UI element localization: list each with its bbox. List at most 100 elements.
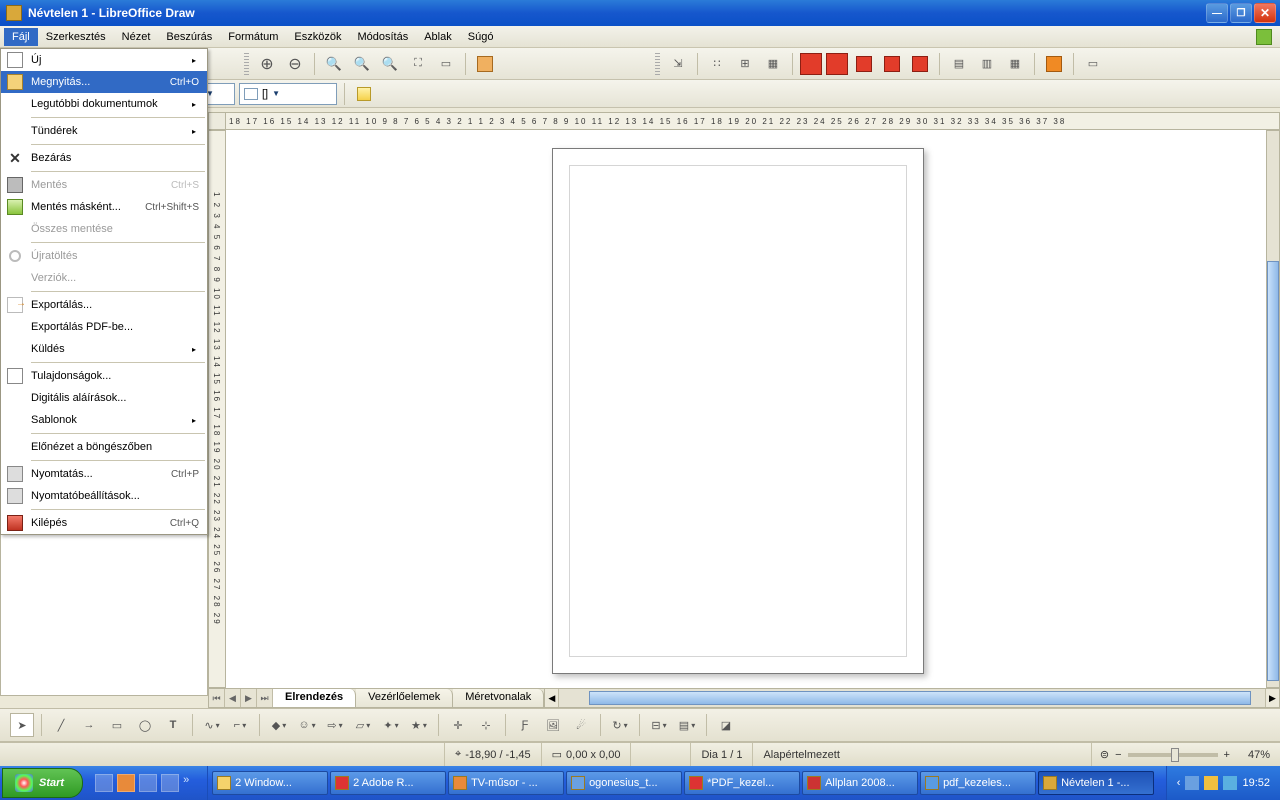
align-tool[interactable]: ⊟▾ xyxy=(647,713,671,737)
symbol-shapes-tool[interactable]: ☺▾ xyxy=(295,713,319,737)
menu-item-reload[interactable]: Újratöltés xyxy=(1,245,207,267)
menu-item-digital-signatures[interactable]: Digitális aláírások... xyxy=(1,387,207,409)
menu-item-properties[interactable]: Tulajdonságok... xyxy=(1,365,207,387)
status-zoom-value[interactable]: 47% xyxy=(1238,743,1280,766)
tab-nav-last[interactable]: ⏭ xyxy=(257,689,273,707)
menu-tools[interactable]: Eszközök xyxy=(286,28,349,46)
zoom-100-button[interactable] xyxy=(322,52,346,76)
menu-item-save-as[interactable]: Mentés másként...Ctrl+Shift+S xyxy=(1,196,207,218)
menu-file[interactable]: Fájl xyxy=(4,28,38,46)
from-file-tool[interactable]: 🖼 xyxy=(541,713,565,737)
window-maximize-button[interactable] xyxy=(1230,3,1252,23)
select-tool[interactable]: ➤ xyxy=(10,713,34,737)
rotate-tool[interactable]: ↻▾ xyxy=(608,713,632,737)
show-draw-functions-button[interactable]: ▭ xyxy=(1081,52,1105,76)
enter-group-button[interactable] xyxy=(826,53,848,75)
taskbar-button[interactable]: Allplan 2008... xyxy=(802,771,918,795)
toolbar-grip[interactable] xyxy=(244,53,249,75)
horizontal-scrollbar[interactable]: ◀ ▶ xyxy=(544,689,1279,707)
points-edit-tool[interactable]: ✛ xyxy=(446,713,470,737)
curve-tool[interactable]: ∿▾ xyxy=(200,713,224,737)
quick-launch-item[interactable] xyxy=(95,774,113,792)
quick-launch-item[interactable] xyxy=(117,774,135,792)
tray-clock[interactable]: 19:52 xyxy=(1242,777,1270,789)
tray-icon[interactable] xyxy=(1204,776,1218,790)
exit-group-button[interactable] xyxy=(800,53,822,75)
menu-edit[interactable]: Szerkesztés xyxy=(38,28,114,46)
tab-dimension-lines[interactable]: Méretvonalak xyxy=(453,689,544,707)
hscroll-left[interactable]: ◀ xyxy=(545,689,559,707)
menu-item-export[interactable]: Exportálás... xyxy=(1,294,207,316)
taskbar-button[interactable]: 2 Adobe R... xyxy=(330,771,446,795)
drawing-canvas[interactable] xyxy=(226,130,1266,688)
status-page[interactable]: Dia 1 / 1 xyxy=(691,743,753,766)
menu-item-browser-preview[interactable]: Előnézet a böngészőben xyxy=(1,436,207,458)
text-tool[interactable]: T xyxy=(161,713,185,737)
grid-dots-button[interactable]: ∷ xyxy=(705,52,729,76)
helplines-button[interactable]: ▦ xyxy=(761,52,785,76)
tray-icon[interactable] xyxy=(1223,776,1237,790)
connector-tool[interactable]: ⌐▾ xyxy=(228,713,252,737)
fontwork-tool[interactable]: Ƒ xyxy=(513,713,537,737)
menu-window[interactable]: Ablak xyxy=(416,28,460,46)
zoom-in-icon[interactable]: + xyxy=(1224,749,1230,761)
zoom-fit-icon[interactable]: ⊜ xyxy=(1100,748,1109,761)
zoom-slider-knob[interactable] xyxy=(1171,748,1179,762)
menu-item-recent-documents[interactable]: Legutóbbi dokumentumok▸ xyxy=(1,93,207,115)
menu-item-open[interactable]: Megnyitás...Ctrl+O xyxy=(1,71,207,93)
horizontal-ruler[interactable]: 18 17 16 15 14 13 12 11 10 9 8 7 6 5 4 3… xyxy=(208,112,1280,130)
menu-item-send[interactable]: Küldés▸ xyxy=(1,338,207,360)
page[interactable] xyxy=(552,148,924,674)
rectangle-tool[interactable]: ▭ xyxy=(105,713,129,737)
align-right-button[interactable]: ▦ xyxy=(1003,52,1027,76)
hscroll-right[interactable]: ▶ xyxy=(1265,689,1279,707)
block-arrows-tool[interactable]: ⇨▾ xyxy=(323,713,347,737)
menu-help[interactable]: Súgó xyxy=(460,28,502,46)
callouts-tool[interactable]: ✦▾ xyxy=(379,713,403,737)
update-indicator-icon[interactable] xyxy=(1256,29,1272,45)
ellipse-tool[interactable]: ◯ xyxy=(133,713,157,737)
quick-launch-item[interactable] xyxy=(139,774,157,792)
gluepoints-button[interactable]: ⇲ xyxy=(666,52,690,76)
taskbar-button[interactable]: pdf_kezeles... xyxy=(920,771,1036,795)
snap-grid-button[interactable]: ⊞ xyxy=(733,52,757,76)
menu-item-close[interactable]: ✕Bezárás xyxy=(1,147,207,169)
flowchart-tool[interactable]: ▱▾ xyxy=(351,713,375,737)
menu-item-export-pdf[interactable]: Exportálás PDF-be... xyxy=(1,316,207,338)
tab-nav-next[interactable]: ▶ xyxy=(241,689,257,707)
extrusion-button[interactable] xyxy=(1042,52,1066,76)
zoom-slider[interactable] xyxy=(1128,753,1218,757)
zoom-out-button[interactable] xyxy=(283,52,307,76)
tab-nav-first[interactable]: ⏮ xyxy=(209,689,225,707)
window-close-button[interactable] xyxy=(1254,3,1276,23)
taskbar-button[interactable]: *PDF_kezel... xyxy=(684,771,800,795)
toolbar-grip[interactable] xyxy=(655,53,660,75)
quick-launch-chevron[interactable]: » xyxy=(183,774,201,792)
color-2-button[interactable] xyxy=(880,52,904,76)
zoom-next-button[interactable] xyxy=(378,52,402,76)
taskbar-button[interactable]: ogonesius_t... xyxy=(566,771,682,795)
gallery-tool[interactable]: ☄ xyxy=(569,713,593,737)
taskbar-button[interactable]: TV-műsor - ... xyxy=(448,771,564,795)
line-tool[interactable]: ╱ xyxy=(49,713,73,737)
menu-item-new[interactable]: Új▸ xyxy=(1,49,207,71)
system-tray[interactable]: ‹ 19:52 xyxy=(1166,766,1280,800)
start-button[interactable]: Start xyxy=(2,768,83,798)
vertical-scroll-thumb[interactable] xyxy=(1267,261,1279,681)
basic-shapes-tool[interactable]: ◆▾ xyxy=(267,713,291,737)
menu-item-templates[interactable]: Sablonok▸ xyxy=(1,409,207,431)
zoom-in-button[interactable] xyxy=(255,52,279,76)
navigator-button[interactable] xyxy=(473,52,497,76)
taskbar-button-active[interactable]: Névtelen 1 -... xyxy=(1038,771,1154,795)
menu-item-exit[interactable]: KilépésCtrl+Q xyxy=(1,512,207,534)
vertical-ruler[interactable]: 1 2 3 4 5 6 7 8 9 10 11 12 13 14 15 16 1… xyxy=(208,130,226,688)
menu-modify[interactable]: Módosítás xyxy=(349,28,416,46)
status-slide-master[interactable]: Alapértelmezett xyxy=(753,743,1091,766)
vertical-scrollbar[interactable] xyxy=(1266,130,1280,688)
menu-item-save[interactable]: MentésCtrl+S xyxy=(1,174,207,196)
tab-layout[interactable]: Elrendezés xyxy=(273,689,356,707)
window-minimize-button[interactable] xyxy=(1206,3,1228,23)
menu-item-print[interactable]: Nyomtatás...Ctrl+P xyxy=(1,463,207,485)
color-1-button[interactable] xyxy=(852,52,876,76)
quick-launch-item[interactable] xyxy=(161,774,179,792)
